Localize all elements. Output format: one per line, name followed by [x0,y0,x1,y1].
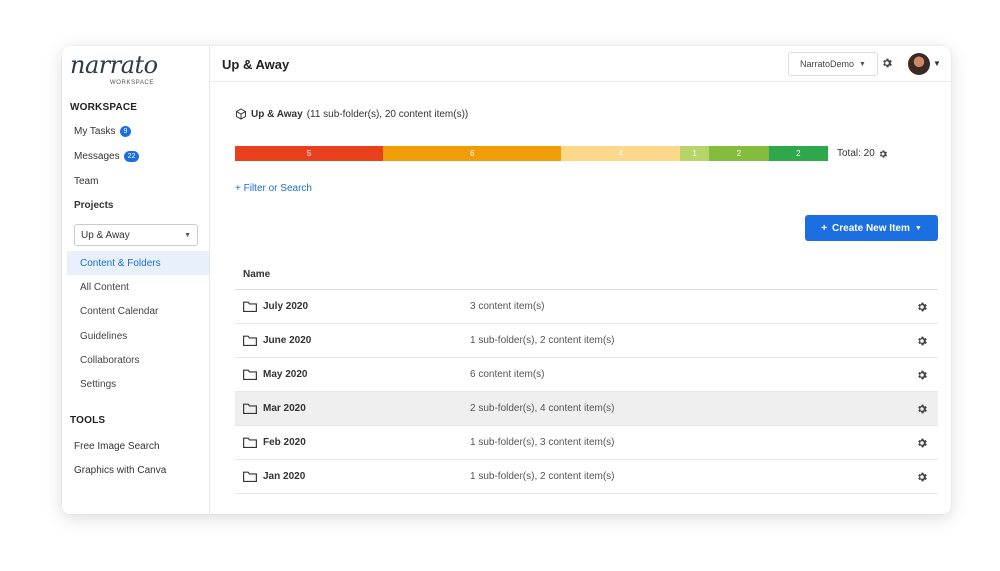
sidebar-item-collaborators[interactable]: Collaborators [80,355,139,366]
gear-icon[interactable] [916,437,928,449]
table-row[interactable]: June 2020 1 sub-folder(s), 2 content item… [235,324,938,358]
folder-name: May 2020 [263,369,308,380]
plus-icon: + [821,222,828,234]
progress-segment: 2 [709,146,769,161]
folder-name: Feb 2020 [263,437,306,448]
table-row[interactable]: Feb 2020 1 sub-folder(s), 3 content item(… [235,426,938,460]
narrato-logo[interactable]: narrato WORKSPACE [70,52,160,92]
page-title: Up & Away [222,57,290,72]
gear-icon[interactable] [916,403,928,415]
sidebar-item-graphics-canva[interactable]: Graphics with Canva [74,465,166,476]
folder-count-cell: 1 sub-folder(s), 2 content item(s) [470,471,615,482]
chevron-down-icon: ▼ [859,60,866,68]
folder-icon [243,437,257,448]
gear-icon[interactable] [916,369,928,381]
chevron-down-icon[interactable]: ▼ [933,59,941,68]
app-window: narrato WORKSPACE WORKSPACE My Tasks 9 M… [62,46,951,514]
gear-icon[interactable] [881,57,893,69]
status-progress-bar: 564122 [235,146,828,161]
folder-name-cell[interactable]: Jan 2020 [235,471,470,482]
table-row[interactable]: May 2020 6 content item(s) [235,358,938,392]
folder-name-cell[interactable]: June 2020 [235,335,470,346]
total-count: Total: 20 [837,148,888,159]
main-content: Up & Away NarratoDemo ▼ ▼ Up & Away (11 … [210,46,951,514]
sidebar: narrato WORKSPACE WORKSPACE My Tasks 9 M… [62,46,210,514]
sidebar-item-content-folders[interactable]: Content & Folders [67,251,209,275]
progress-segment: 2 [768,146,828,161]
sidebar-item-all-content[interactable]: All Content [80,282,129,293]
sidebar-item-free-image-search[interactable]: Free Image Search [74,441,160,452]
create-label: Create New Item [832,222,910,234]
folder-icon [243,403,257,414]
create-new-item-button[interactable]: + Create New Item ▼ [805,215,938,241]
table-header: Name [235,260,938,290]
folder-icon [243,369,257,380]
folder-name-cell[interactable]: Feb 2020 [235,437,470,448]
tools-heading: TOOLS [70,415,106,426]
project-select-value: Up & Away [81,229,130,241]
gear-icon[interactable] [916,335,928,347]
gear-icon[interactable] [916,471,928,483]
folder-count-cell: 1 sub-folder(s), 2 content item(s) [470,335,615,346]
folder-name: June 2020 [263,335,312,346]
chevron-down-icon: ▼ [184,231,191,239]
table-row[interactable]: Mar 2020 2 sub-folder(s), 4 content item(… [235,392,938,426]
total-label: Total: 20 [837,148,875,159]
account-select[interactable]: NarratoDemo ▼ [788,52,878,76]
folder-count-cell: 3 content item(s) [470,301,545,312]
progress-segment: 1 [679,146,710,161]
sidebar-item-my-tasks[interactable]: My Tasks 9 [74,126,132,137]
sidebar-item-settings[interactable]: Settings [80,379,116,390]
sidebar-item-projects[interactable]: Projects [74,200,113,211]
folder-icon [243,471,257,482]
team-label: Team [74,176,99,187]
messages-label: Messages [74,151,120,162]
messages-badge: 22 [123,151,140,162]
folder-name-cell[interactable]: May 2020 [235,369,470,380]
folder-name: July 2020 [263,301,309,312]
sidebar-item-messages[interactable]: Messages 22 [74,151,140,162]
top-bar: Up & Away NarratoDemo ▼ ▼ [210,46,951,82]
table-body: July 2020 3 content item(s) June 2020 1 sub… [235,290,938,494]
folder-count-cell: 6 content item(s) [470,369,545,380]
my-tasks-label: My Tasks [74,126,116,137]
project-select[interactable]: Up & Away ▼ [74,224,198,246]
folder-table: Name July 2020 3 content item(s) June 2020… [235,260,938,494]
folder-name-cell[interactable]: July 2020 [235,301,470,312]
progress-segment: 4 [561,146,680,161]
sidebar-item-team[interactable]: Team [74,176,98,187]
filter-search-link[interactable]: + Filter or Search [235,183,312,194]
folder-counts: (11 sub-folder(s), 20 content item(s)) [306,108,469,120]
gear-icon[interactable] [878,149,888,159]
folder-name-cell[interactable]: Mar 2020 [235,403,470,414]
progress-segment: 6 [383,146,562,161]
table-row[interactable]: July 2020 3 content item(s) [235,290,938,324]
cube-icon [236,108,246,120]
folder-name: Jan 2020 [263,471,306,482]
logo-subtitle: WORKSPACE [110,80,154,86]
folder-name: Up & Away [251,108,303,120]
folder-summary: Up & Away (11 sub-folder(s), 20 content … [235,108,468,120]
folder-count-cell: 2 sub-folder(s), 4 content item(s) [470,403,615,414]
my-tasks-badge: 9 [119,126,132,137]
folder-icon [243,301,257,312]
folder-icon [243,335,257,346]
projects-label: Projects [74,200,114,211]
column-name: Name [243,269,271,280]
gear-icon[interactable] [916,301,928,313]
folder-name: Mar 2020 [263,403,306,414]
user-avatar[interactable] [908,53,930,75]
workspace-heading: WORKSPACE [70,102,138,113]
table-row[interactable]: Jan 2020 1 sub-folder(s), 2 content item(… [235,460,938,494]
account-select-value: NarratoDemo [800,59,855,69]
progress-segment: 5 [235,146,384,161]
folder-count-cell: 1 sub-folder(s), 3 content item(s) [470,437,615,448]
logo-text: narrato [70,51,158,79]
chevron-down-icon: ▼ [914,224,922,232]
sidebar-item-guidelines[interactable]: Guidelines [80,331,127,342]
sidebar-item-content-calendar[interactable]: Content Calendar [80,306,158,317]
